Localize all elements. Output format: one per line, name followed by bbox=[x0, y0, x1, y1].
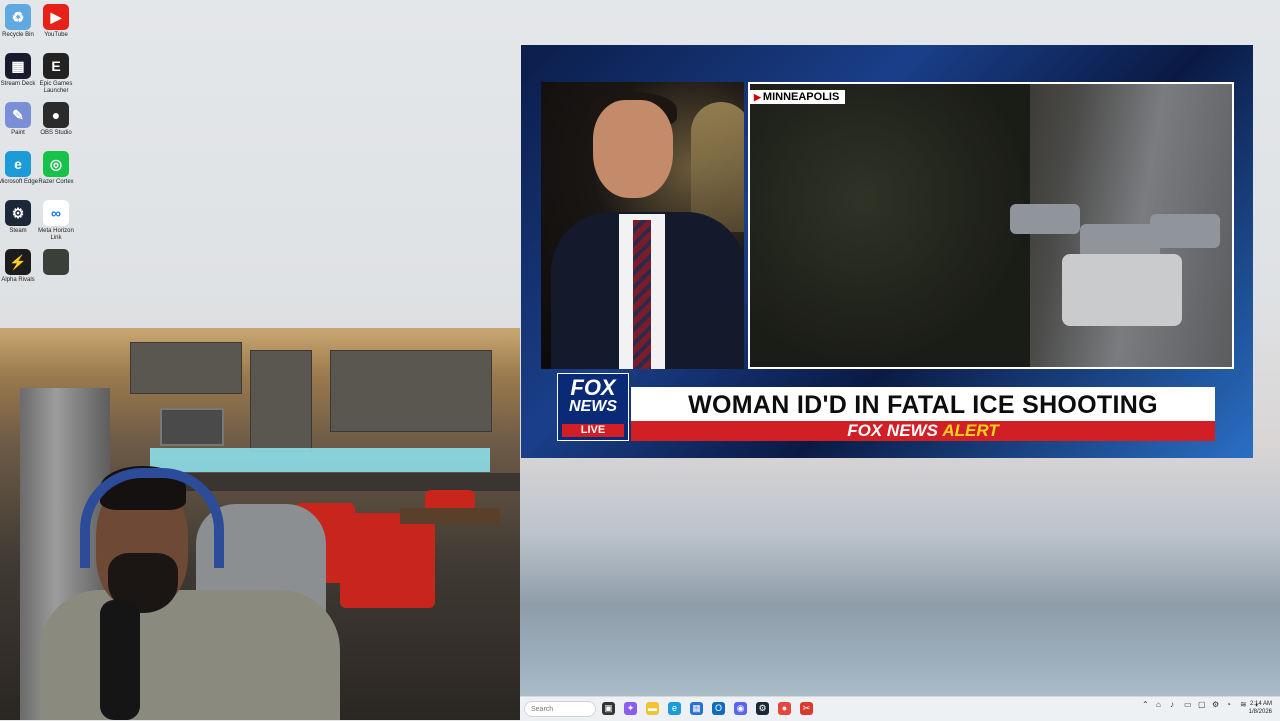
taskbar-clock[interactable]: 2:14 AM 1/8/2026 bbox=[1249, 700, 1272, 716]
outlook-icon[interactable]: O bbox=[712, 702, 725, 715]
wifi-icon[interactable]: ≋ bbox=[1240, 700, 1247, 709]
logo-line1: FOX bbox=[570, 375, 616, 400]
edge-icon[interactable]: e bbox=[668, 702, 681, 715]
chevron-up-icon[interactable]: ⌃ bbox=[1142, 700, 1149, 709]
webcam-overlay bbox=[0, 328, 520, 720]
desktop-shortcut-label: Recycle Bin bbox=[2, 32, 34, 38]
snipping-tool-icon[interactable]: ✂ bbox=[800, 702, 813, 715]
meta-icon: ∞ bbox=[43, 200, 69, 226]
cabinet-light bbox=[150, 448, 490, 472]
parked-car bbox=[1150, 214, 1220, 248]
trees bbox=[750, 84, 1030, 367]
headline-box: WOMAN ID'D IN FATAL ICE SHOOTING bbox=[631, 387, 1215, 423]
red-chair-cover bbox=[340, 513, 435, 608]
location-label: MINNEAPOLIS bbox=[762, 91, 840, 103]
alert-bar: FOX NEWS ALERT bbox=[631, 421, 1215, 441]
dining-table bbox=[400, 508, 500, 524]
news-video-window[interactable]: ▶ MINNEAPOLIS FOX NEWS LIVE WOMAN ID'D IN… bbox=[521, 45, 1253, 458]
stream-deck-icon: ▦ bbox=[5, 53, 31, 79]
desktop-shortcut[interactable]: ⚡ Alpha Rivals bbox=[0, 249, 39, 284]
desktop-shortcut[interactable]: E Epic Games Launcher bbox=[35, 53, 77, 95]
store-icon[interactable]: ▦ bbox=[690, 702, 703, 715]
desktop-shortcut-label: Meta Horizon Link bbox=[38, 228, 74, 241]
youtube-icon: ▶ bbox=[43, 4, 69, 30]
headline: WOMAN ID'D IN FATAL ICE SHOOTING bbox=[688, 391, 1158, 419]
desktop-shortcut[interactable]: ⚙ Steam bbox=[0, 200, 39, 235]
parked-car bbox=[1010, 204, 1080, 234]
anchor-face bbox=[593, 100, 673, 198]
live-badge: LIVE bbox=[562, 424, 624, 437]
file-explorer-icon[interactable]: ▬ bbox=[646, 702, 659, 715]
desktop-shortcut[interactable] bbox=[35, 249, 77, 277]
desktop-shortcut[interactable]: ✎ Paint bbox=[0, 102, 39, 137]
anchor-panel bbox=[541, 82, 744, 369]
upper-cabinet bbox=[130, 342, 242, 394]
open-shelf bbox=[250, 350, 312, 452]
game-thumbnail-icon bbox=[43, 249, 69, 275]
taskbar-search-input[interactable]: Search bbox=[524, 701, 596, 717]
razer-cortex-icon: ◎ bbox=[43, 151, 69, 177]
notification-icon[interactable]: ◔ bbox=[1226, 700, 1231, 709]
fox-news-logo: FOX NEWS LIVE bbox=[557, 373, 629, 441]
edge-icon: e bbox=[5, 151, 31, 177]
footage-panel: ▶ MINNEAPOLIS bbox=[748, 82, 1234, 369]
epic-games-icon: E bbox=[43, 53, 69, 79]
logo-line2: NEWS bbox=[569, 398, 617, 415]
suv bbox=[1062, 254, 1182, 326]
display-icon[interactable]: ▢ bbox=[1198, 700, 1206, 709]
game-icon: ⚡ bbox=[5, 249, 31, 275]
location-tag: ▶ MINNEAPOLIS bbox=[750, 90, 846, 104]
desktop-shortcut-label: Steam bbox=[9, 228, 27, 234]
parked-car bbox=[1080, 224, 1160, 258]
microwave bbox=[160, 408, 224, 446]
desktop-shortcut[interactable]: ∞ Meta Horizon Link bbox=[35, 200, 77, 242]
person-hoodie bbox=[40, 590, 340, 720]
desktop-shortcut-label: Epic Games Launcher bbox=[39, 81, 73, 94]
microphone bbox=[100, 600, 140, 720]
task-view-icon[interactable]: ▣ bbox=[602, 702, 615, 715]
steam-icon: ⚙ bbox=[5, 200, 31, 226]
desktop-shortcut[interactable]: ▦ Stream Deck bbox=[0, 53, 39, 88]
paint-icon: ✎ bbox=[5, 102, 31, 128]
desktop-shortcut[interactable]: e Microsoft Edge bbox=[0, 151, 39, 186]
upper-cabinet bbox=[330, 350, 492, 432]
recycle-bin-icon: ♻ bbox=[5, 4, 31, 30]
headset bbox=[80, 468, 224, 568]
desktop-shortcut[interactable]: ◎ Razer Cortex bbox=[35, 151, 77, 186]
discord-icon[interactable]: ◉ bbox=[734, 702, 747, 715]
desktop-shortcut[interactable]: ▶ YouTube bbox=[35, 4, 77, 39]
desktop-shortcut-label: Stream Deck bbox=[0, 81, 36, 87]
desktop-shortcut-label: Microsoft Edge bbox=[0, 179, 39, 185]
desktop-shortcut[interactable]: ♻ Recycle Bin bbox=[0, 4, 39, 39]
play-arrow-icon: ▶ bbox=[754, 92, 761, 102]
desktop-shortcut[interactable]: ● OBS Studio bbox=[35, 102, 77, 137]
taskbar: Search ▣ ✦ ▬ e ▦ O ◉ ⚙ ● ✂ ⌃ ⌂ ♪ ▭ ▢ ⚙ ◔ ≋ ◖ 2:14 AM 1/8/… bbox=[520, 696, 1280, 721]
anchor-tie bbox=[633, 220, 651, 369]
desktop-shortcut-label: YouTube bbox=[44, 32, 68, 38]
desktop-shortcut-label: Alpha Rivals bbox=[1, 277, 35, 283]
clock-time: 2:14 AM bbox=[1249, 701, 1272, 707]
copilot-icon[interactable]: ✦ bbox=[624, 702, 637, 715]
desktop-shortcut-label: Paint bbox=[11, 130, 25, 136]
obs-icon: ● bbox=[43, 102, 69, 128]
alert-word: ALERT bbox=[942, 421, 999, 440]
desktop-shortcut-label: OBS Studio bbox=[40, 130, 72, 136]
clock-date: 1/8/2026 bbox=[1248, 709, 1272, 715]
chrome-icon[interactable]: ● bbox=[778, 702, 791, 715]
settings-icon[interactable]: ⚙ bbox=[1212, 700, 1219, 709]
network-icon[interactable]: ⌂ bbox=[1156, 700, 1161, 709]
desktop-shortcut-label: Razer Cortex bbox=[38, 179, 74, 185]
lower-third: FOX NEWS LIVE WOMAN ID'D IN FATAL ICE SH… bbox=[557, 373, 1215, 441]
battery-icon[interactable]: ▭ bbox=[1184, 700, 1192, 709]
alert-brand: FOX NEWS bbox=[847, 421, 938, 440]
volume-icon[interactable]: ♪ bbox=[1170, 700, 1174, 709]
steam-icon[interactable]: ⚙ bbox=[756, 702, 769, 715]
